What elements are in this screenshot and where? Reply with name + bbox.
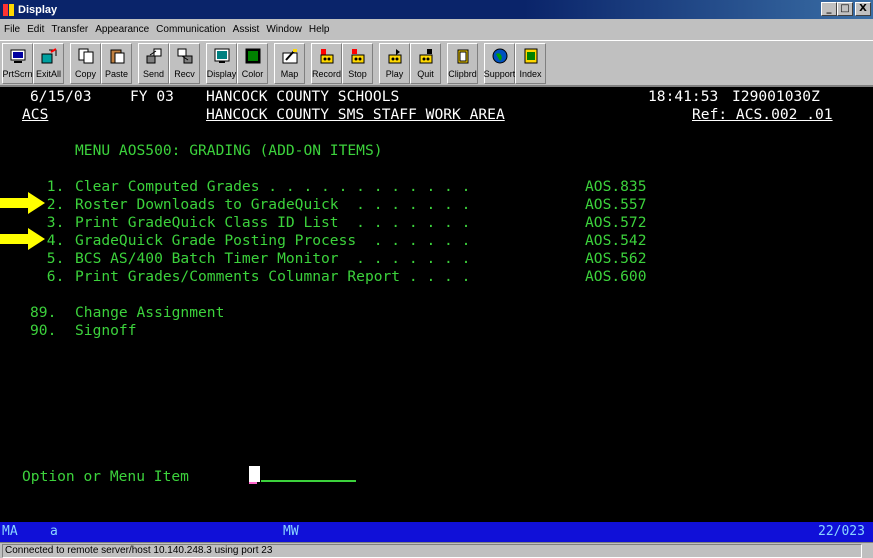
title-bar: Display _ □ X	[0, 0, 873, 19]
terminal-status-line: MA a MW 22/023	[0, 522, 873, 542]
color-button[interactable]: Color	[237, 43, 268, 84]
clipboard-icon	[454, 47, 472, 65]
menu-help[interactable]: Help	[309, 24, 330, 35]
close-button[interactable]: X	[855, 2, 871, 16]
connection-status: Connected to remote server/host 10.140.2…	[2, 544, 862, 558]
minimize-button[interactable]: _	[821, 2, 837, 16]
menu-edit[interactable]: Edit	[27, 24, 44, 35]
header-date: 6/15/03	[30, 88, 92, 105]
stop-button[interactable]: Stop	[342, 43, 373, 84]
toolbar: PrtScrn ExitAll Copy Paste Send Recv Dis…	[0, 40, 873, 85]
exitall-button[interactable]: ExitAll	[33, 43, 64, 84]
menu-transfer[interactable]: Transfer	[51, 24, 88, 35]
support-button[interactable]: Support	[484, 43, 515, 84]
display-icon	[213, 47, 231, 65]
maximize-button[interactable]: □	[837, 2, 853, 16]
map-icon	[281, 47, 299, 65]
index-button[interactable]: Index	[515, 43, 546, 84]
header-app: ACS	[22, 106, 49, 123]
play-button[interactable]: Play	[379, 43, 410, 84]
app-icon[interactable]	[3, 3, 15, 16]
color-icon	[244, 47, 262, 65]
menu-window[interactable]: Window	[266, 24, 302, 35]
status-mw: MW	[283, 524, 299, 539]
header-ref: Ref: ACS.002 .01	[692, 106, 833, 123]
receive-icon	[176, 47, 194, 65]
header-subtitle: HANCOCK COUNTY SMS STAFF WORK AREA	[206, 106, 505, 123]
display-button[interactable]: Display	[206, 43, 237, 84]
arrow-pointer-icon	[0, 192, 45, 214]
printer-screen-icon	[9, 47, 27, 65]
copy-icon	[77, 47, 95, 65]
status-mode: a	[50, 524, 58, 539]
prtscrn-button[interactable]: PrtScrn	[2, 43, 33, 84]
menu-communication[interactable]: Communication	[156, 24, 225, 35]
quit-button[interactable]: Quit	[410, 43, 441, 84]
support-globe-icon	[491, 47, 509, 65]
paste-button[interactable]: Paste	[101, 43, 132, 84]
send-icon	[145, 47, 163, 65]
index-book-icon	[522, 47, 540, 65]
send-button[interactable]: Send	[138, 43, 169, 84]
header-time: 18:41:53	[648, 88, 719, 105]
status-indicator: MA	[2, 524, 18, 539]
terminal-screen[interactable]: 6/15/03 FY 03 HANCOCK COUNTY SCHOOLS 18:…	[0, 85, 873, 522]
menu-title: MENU AOS500: GRADING (ADD-ON ITEMS)	[75, 142, 383, 159]
exit-all-icon	[40, 47, 58, 65]
menu-file[interactable]: File	[4, 24, 20, 35]
record-button[interactable]: Record	[311, 43, 342, 84]
map-button[interactable]: Map	[274, 43, 305, 84]
status-bar: Connected to remote server/host 10.140.2…	[0, 542, 873, 558]
quit-icon	[417, 47, 435, 65]
recv-button[interactable]: Recv	[169, 43, 200, 84]
header-fy: FY 03	[130, 88, 174, 105]
option-prompt: Option or Menu Item	[22, 468, 189, 485]
arrow-pointer-icon	[0, 228, 45, 250]
play-icon	[386, 47, 404, 65]
header-title: HANCOCK COUNTY SCHOOLS	[206, 88, 400, 105]
paste-icon	[108, 47, 126, 65]
header-session-id: I29001030Z	[732, 88, 820, 105]
clipbrd-button[interactable]: Clipbrd	[447, 43, 478, 84]
stop-icon	[349, 47, 367, 65]
menu-appearance[interactable]: Appearance	[95, 24, 149, 35]
menu-assist[interactable]: Assist	[233, 24, 260, 35]
menu-bar: File Edit Transfer Appearance Communicat…	[0, 19, 873, 39]
copy-button[interactable]: Copy	[70, 43, 101, 84]
window-title: Display	[18, 3, 58, 16]
cursor-position: 22/023	[818, 524, 865, 539]
record-icon	[318, 47, 336, 65]
